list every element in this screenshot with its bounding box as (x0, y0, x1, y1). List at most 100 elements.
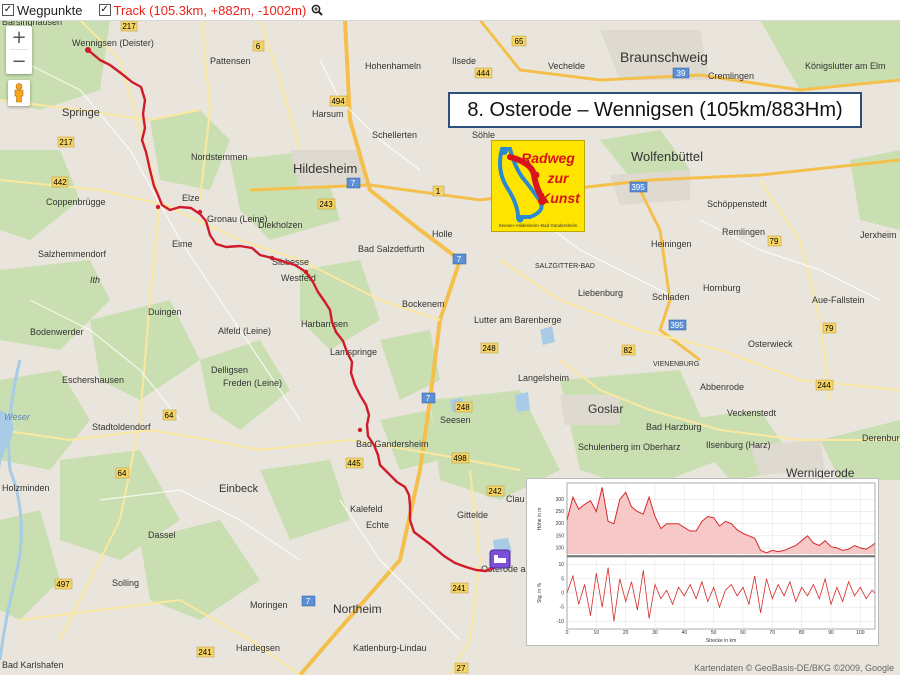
city-label: Bodenwerder (30, 327, 84, 337)
city-label: Stadtoldendorf (92, 422, 151, 432)
distance-tick-label: 50 (711, 630, 717, 636)
city-label: Harbarnsen (301, 319, 348, 329)
svg-text:6: 6 (256, 42, 261, 51)
svg-text:82: 82 (624, 346, 633, 355)
gradient-line (566, 567, 876, 622)
city-label: Einbeck (219, 483, 259, 495)
road-shield: 241 (196, 646, 215, 658)
svg-text:248: 248 (482, 344, 496, 353)
svg-text:64: 64 (165, 411, 174, 420)
svg-text:217: 217 (122, 22, 136, 31)
road-shield: 79 (767, 235, 782, 247)
city-label: Cremlingen (708, 71, 754, 81)
city-label: Echte (366, 520, 389, 530)
city-label: Gittelde (457, 510, 488, 520)
road-shield: 7 (346, 177, 361, 189)
city-label: Seesen (440, 415, 471, 425)
svg-text:248: 248 (456, 403, 470, 412)
svg-text:7: 7 (306, 597, 311, 606)
distance-tick-label: 100 (856, 630, 865, 636)
road-shield: 7 (421, 392, 436, 404)
city-label: Söhle (472, 130, 495, 140)
city-label: Königslutter am Elm (805, 61, 886, 71)
city-label: Bad Salzdetfurth (358, 244, 425, 254)
road-shield: 65 (511, 35, 527, 47)
city-label: Pattensen (210, 56, 251, 66)
route-title: 8. Osterode – Wennigsen (105km/883Hm) (467, 98, 843, 121)
track-toggle[interactable]: ✓ Track (105.3km, +882m, -1002m) (98, 2, 324, 18)
city-label: Dassel (148, 530, 176, 540)
road-shield: 395 (668, 319, 687, 331)
road-shield: 7 (452, 253, 467, 265)
city-label: Goslar (588, 402, 623, 416)
svg-text:395: 395 (631, 183, 645, 192)
street-view-pegman-icon[interactable] (8, 80, 30, 106)
road-shield: 498 (451, 452, 470, 464)
city-label: Derenburg (862, 433, 900, 443)
zoom-in-button[interactable]: + (6, 26, 32, 49)
distance-tick-label: 70 (770, 630, 776, 636)
city-label: Duingen (148, 307, 182, 317)
city-label: Eschershausen (62, 375, 124, 385)
gradient-tick-label: -5 (560, 605, 565, 611)
road-shield: 1 (432, 185, 445, 197)
city-label: Lamspringe (330, 347, 377, 357)
elevation-tick-label: 300 (556, 497, 565, 503)
city-label: Langelsheim (518, 373, 569, 383)
gradient-ylabel: Stg. in % (537, 582, 543, 603)
city-label: Abbenrode (700, 382, 744, 392)
magnifier-icon[interactable] (311, 4, 324, 16)
road-shield: 6 (252, 40, 265, 52)
city-label: Eime (172, 239, 193, 249)
road-shield: 497 (54, 578, 73, 590)
city-label: Veckenstedt (727, 408, 777, 418)
logo-line-1: Radweg (521, 150, 575, 166)
gradient-xlabel: Strecke in km (706, 638, 736, 644)
map-attribution: Kartendaten © GeoBasis-DE/BKG ©2009, Goo… (694, 663, 894, 673)
city-label: SALZGITTER-BAD (535, 263, 595, 270)
city-label: Bad Karlshafen (2, 660, 64, 670)
distance-tick-label: 20 (623, 630, 629, 636)
svg-text:7: 7 (426, 394, 431, 403)
gradient-tick-label: 10 (558, 562, 564, 568)
city-label: Weser (4, 412, 31, 422)
city-label: Bad Harzburg (646, 422, 702, 432)
svg-text:241: 241 (198, 648, 212, 657)
road-shield: 241 (450, 582, 469, 594)
zoom-out-button[interactable]: − (6, 50, 32, 73)
road-shield: 248 (454, 401, 473, 413)
logo-line-2: zur (547, 170, 571, 186)
waypoints-checkbox[interactable]: ✓ (2, 4, 14, 16)
svg-text:442: 442 (53, 178, 67, 187)
svg-text:498: 498 (453, 454, 467, 463)
road-shield: 82 (621, 344, 636, 356)
city-label: Delligsen (211, 365, 248, 375)
svg-text:497: 497 (56, 580, 70, 589)
svg-text:65: 65 (515, 37, 524, 46)
svg-text:64: 64 (118, 469, 127, 478)
city-label: Diekholzen (258, 220, 303, 230)
city-label: Nordstemmen (191, 152, 248, 162)
city-label: Salzhemmendorf (38, 249, 107, 259)
road-shield: 244 (815, 379, 834, 391)
waypoints-toggle[interactable]: ✓ Wegpunkte (2, 3, 83, 18)
route-title-box: 8. Osterode – Wennigsen (105km/883Hm) (448, 92, 862, 128)
city-label: Braunschweig (620, 49, 708, 65)
city-label: Remlingen (722, 227, 765, 237)
city-label: Hornburg (703, 283, 741, 293)
road-shield: 217 (57, 136, 75, 148)
zoom-control: + − (6, 26, 32, 74)
city-label: Wolfenbüttel (631, 149, 703, 164)
track-checkbox[interactable]: ✓ (98, 4, 111, 16)
logo-caption: Seesen–Hildesheim–Bad Gandersheim (499, 223, 578, 228)
city-label: Springe (62, 107, 100, 119)
logo-line-3: Kunst (540, 190, 581, 206)
svg-text:244: 244 (817, 381, 831, 390)
hotel-marker-icon[interactable] (489, 549, 511, 569)
road-shield: 7 (301, 595, 316, 607)
road-shield: 444 (474, 67, 493, 79)
city-label: Moringen (250, 600, 288, 610)
elevation-tick-label: 150 (556, 533, 565, 539)
track-label: Track (105.3km, +882m, -1002m) (113, 2, 307, 18)
road-shield: 442 (51, 176, 69, 188)
